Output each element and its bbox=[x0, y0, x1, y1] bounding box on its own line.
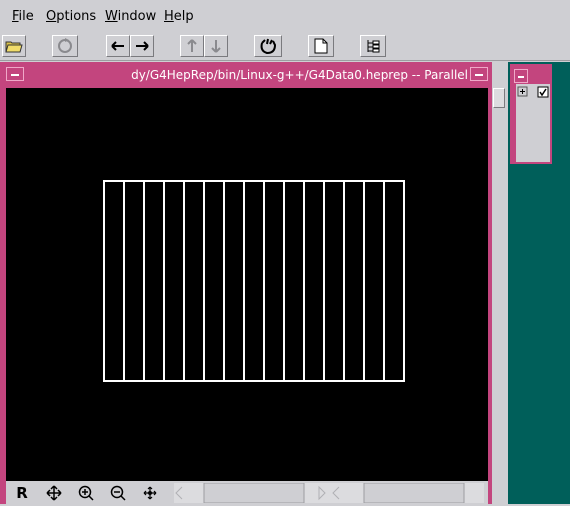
forward-button[interactable] bbox=[130, 35, 154, 57]
hand-icon bbox=[260, 38, 277, 55]
up-button[interactable] bbox=[180, 35, 204, 57]
translate-button[interactable] bbox=[42, 483, 66, 503]
frame-title: dy/G4HepRep/bin/Linux-g++/G4Data0.heprep… bbox=[131, 68, 468, 82]
up-icon bbox=[187, 39, 197, 52]
reset-button[interactable]: R bbox=[10, 483, 34, 503]
open-folder-button[interactable] bbox=[2, 35, 26, 57]
pick-button[interactable] bbox=[254, 35, 282, 57]
pan-icon bbox=[143, 486, 157, 500]
vertical-scroll-thumb[interactable] bbox=[493, 88, 505, 108]
tree-button[interactable] bbox=[360, 35, 386, 57]
navigation-toolbar: R bbox=[6, 481, 488, 504]
menu-help[interactable]: Help bbox=[164, 9, 194, 24]
detector-drawing bbox=[103, 180, 405, 382]
back-icon bbox=[111, 41, 124, 51]
menu-window[interactable]: Window bbox=[105, 9, 156, 24]
event-display-frame: dy/G4HepRep/bin/Linux-g++/G4Data0.heprep… bbox=[0, 62, 492, 504]
zoom-in-button[interactable] bbox=[74, 483, 98, 503]
tree-frame bbox=[510, 64, 552, 164]
menu-options[interactable]: Options bbox=[46, 9, 96, 24]
open-folder-icon bbox=[5, 41, 23, 53]
frame-minimize-button[interactable] bbox=[470, 67, 488, 81]
horizontal-scrollbar[interactable] bbox=[174, 482, 484, 504]
side-panel bbox=[508, 62, 570, 504]
tree-icon bbox=[367, 40, 380, 53]
scroll-arrows bbox=[175, 482, 465, 504]
tree-node[interactable] bbox=[516, 84, 550, 104]
new-page-button[interactable] bbox=[308, 35, 334, 57]
menu-bar: File Options Window Help bbox=[0, 0, 570, 32]
zoom-out-icon bbox=[110, 485, 126, 501]
checkbox-icon bbox=[537, 86, 549, 98]
menu-file[interactable]: File bbox=[12, 9, 34, 24]
down-icon bbox=[211, 40, 221, 53]
forward-icon bbox=[136, 41, 149, 51]
reload-button[interactable] bbox=[52, 35, 78, 57]
toolbar bbox=[0, 32, 570, 61]
zoom-out-button[interactable] bbox=[106, 483, 130, 503]
zoom-in-icon bbox=[78, 485, 94, 501]
reload-icon bbox=[58, 38, 72, 53]
detector-outline bbox=[103, 180, 405, 382]
display-canvas[interactable] bbox=[6, 88, 488, 504]
down-button[interactable] bbox=[204, 35, 228, 57]
tree-frame-menu-button[interactable] bbox=[514, 69, 528, 83]
pan-button[interactable] bbox=[138, 483, 162, 503]
back-button[interactable] bbox=[106, 35, 130, 57]
horizontal-scroll-thumb bbox=[203, 482, 305, 504]
tree-panel bbox=[516, 84, 550, 162]
move-icon bbox=[46, 485, 62, 501]
vertical-scrollbar[interactable] bbox=[492, 62, 506, 504]
new-page-icon bbox=[314, 38, 328, 54]
frame-menu-button[interactable] bbox=[6, 67, 24, 81]
